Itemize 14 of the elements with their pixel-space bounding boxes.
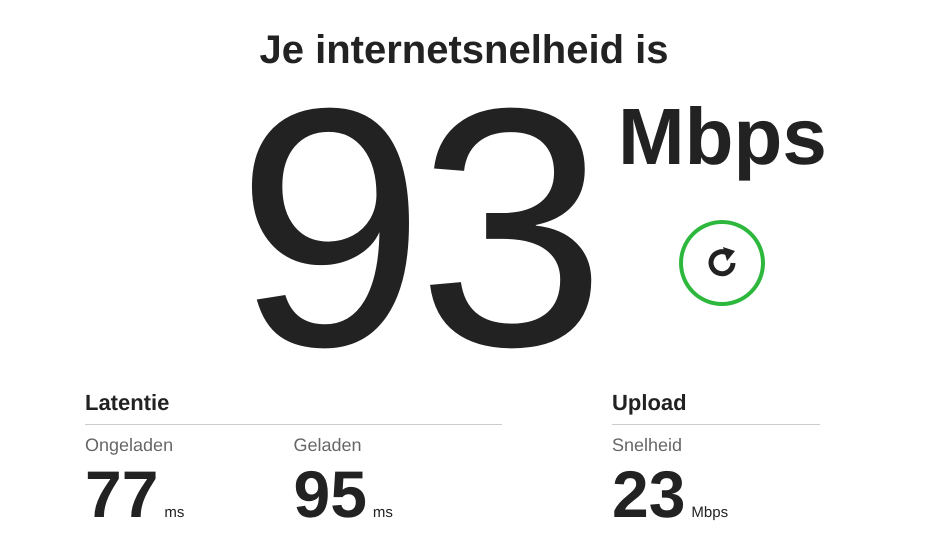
- metric-label: Snelheid: [612, 435, 684, 456]
- metric-unit: ms: [372, 504, 393, 521]
- page-title: Je internetsnelheid is: [258, 27, 670, 74]
- speed-unit: Mbps: [618, 92, 827, 182]
- metric-unit: ms: [164, 504, 184, 521]
- speed-value: 93: [236, 78, 598, 368]
- section-heading: Latentie: [85, 390, 502, 425]
- metric-unit: Mbps: [691, 504, 728, 521]
- metric-value: 77: [85, 456, 158, 532]
- metric-value: 23: [612, 456, 686, 532]
- metric-label: Ongeladen: [85, 435, 174, 456]
- metric-label: Geladen: [294, 435, 363, 456]
- metric-value: 95: [294, 456, 367, 532]
- section-heading: Upload: [612, 390, 820, 425]
